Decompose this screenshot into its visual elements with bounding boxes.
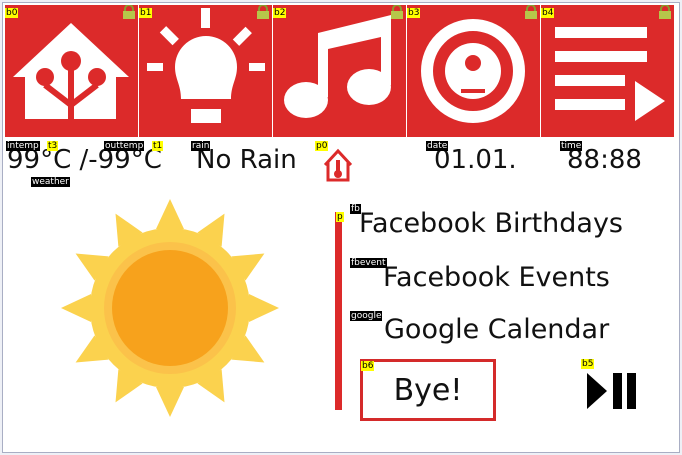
fb-tag: fb xyxy=(350,204,361,214)
music-button[interactable] xyxy=(273,5,406,137)
b4-tag: b4 xyxy=(541,8,555,18)
t1-tag: t1 xyxy=(152,141,164,151)
play-pause-icon[interactable] xyxy=(585,371,641,411)
b6-tag: b6 xyxy=(361,361,375,371)
hmi-screen: b0 b1 b2 b3 b4 99°C /-99°C No Rain 01.01… xyxy=(5,5,677,450)
intemp-tag: intemp xyxy=(6,141,40,151)
b5-tag: b5 xyxy=(581,359,595,369)
rain-tag: rain xyxy=(191,141,211,151)
b3-tag: b3 xyxy=(407,8,421,18)
home-assistant-icon xyxy=(13,23,129,119)
calendar-scrollbar[interactable] xyxy=(335,212,342,410)
music-note-icon xyxy=(284,15,391,118)
lightbulb-icon xyxy=(147,8,265,123)
calendar-facebook-events[interactable]: Facebook Events xyxy=(383,262,610,293)
calendar-google[interactable]: Google Calendar xyxy=(384,314,609,345)
lock-icon xyxy=(257,5,269,19)
home-thermometer-icon xyxy=(323,148,353,182)
lock-icon xyxy=(123,5,135,19)
p-tag: p xyxy=(336,212,344,222)
vacuum-button[interactable] xyxy=(407,5,540,137)
playlist-button[interactable] xyxy=(541,5,674,137)
rain-text: No Rain xyxy=(196,145,297,175)
calendar-facebook-birthdays[interactable]: Facebook Birthdays xyxy=(359,208,623,239)
sun-icon xyxy=(61,199,279,417)
b0-tag: b0 xyxy=(5,8,19,18)
weather-tag: weather xyxy=(31,177,70,187)
light-button[interactable] xyxy=(139,5,272,137)
home-button[interactable] xyxy=(5,5,138,137)
bye-button-label: Bye! xyxy=(393,372,463,408)
lock-icon xyxy=(659,5,671,19)
b1-tag: b1 xyxy=(139,8,153,18)
bye-button[interactable]: Bye! xyxy=(360,359,496,421)
lock-icon xyxy=(391,5,403,19)
fbevent-tag: fbevent xyxy=(350,258,387,268)
date-tag: date xyxy=(426,141,449,151)
playlist-play-icon xyxy=(555,27,665,121)
lock-icon xyxy=(525,5,537,19)
p0-tag: p0 xyxy=(315,141,329,151)
time-tag: time xyxy=(560,141,583,151)
google-tag: google xyxy=(350,311,383,321)
t3-tag: t3 xyxy=(47,141,59,151)
vacuum-robot-icon xyxy=(421,19,525,123)
b2-tag: b2 xyxy=(273,8,287,18)
outtemp-tag: outtemp xyxy=(104,141,145,151)
